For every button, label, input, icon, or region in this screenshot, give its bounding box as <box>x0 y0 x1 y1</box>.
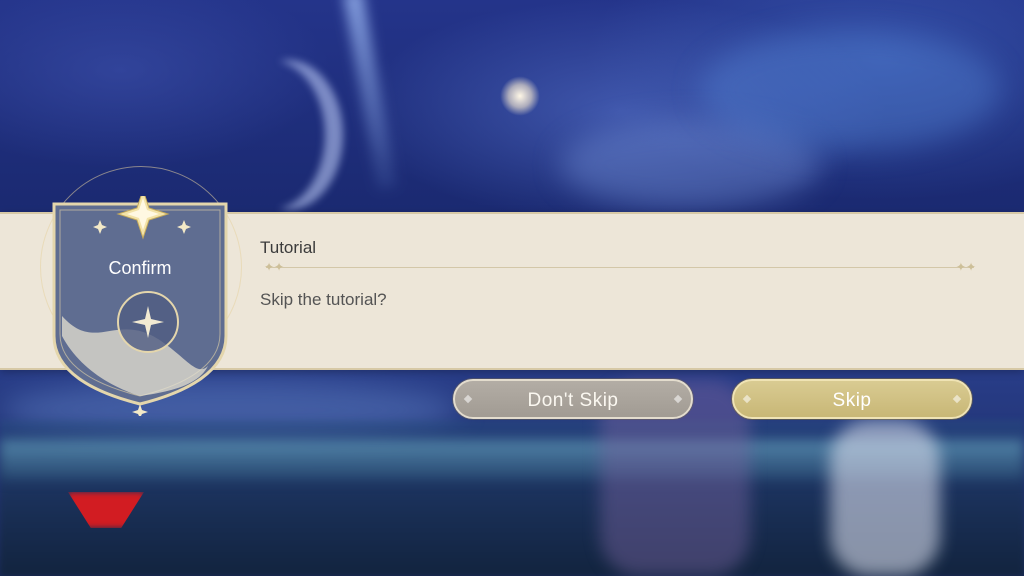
glowing-star-decoration <box>500 76 540 116</box>
badge-label: Confirm <box>108 258 172 278</box>
skip-button[interactable]: Skip <box>732 379 972 419</box>
confirm-badge <box>48 196 232 416</box>
dont-skip-button[interactable]: Don't Skip <box>453 379 693 419</box>
sparkle-icon: ✦✦ <box>264 260 285 274</box>
light-streak <box>342 0 398 191</box>
title-divider: ✦✦ ✦✦ <box>264 261 976 273</box>
dialog-title: Tutorial <box>260 238 317 257</box>
crescent-moon-decoration <box>215 60 325 210</box>
dialog-message: Skip the tutorial? <box>260 290 387 309</box>
sparkle-icon: ✦✦ <box>955 260 976 274</box>
blurred-character <box>830 420 940 576</box>
shield-icon <box>52 196 228 416</box>
